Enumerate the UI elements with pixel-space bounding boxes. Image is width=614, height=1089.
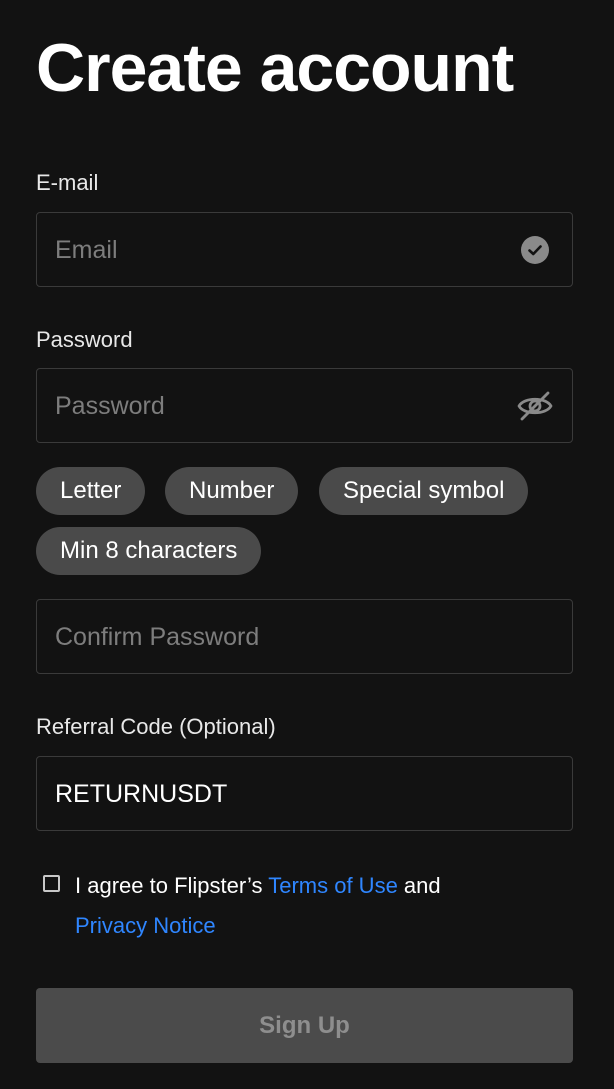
agreement-middle: and xyxy=(397,873,441,898)
sign-up-button[interactable]: Sign Up xyxy=(36,988,573,1063)
email-placeholder: Email xyxy=(55,235,118,264)
agreement-prefix: I agree to Flipster’s xyxy=(75,873,269,898)
password-rule-special-symbol: Special symbol xyxy=(319,467,529,515)
referral-code-value: RETURNUSDT xyxy=(55,779,228,808)
referral-label: Referral Code (Optional) xyxy=(36,714,276,739)
confirm-password-placeholder: Confirm Password xyxy=(55,622,260,651)
privacy-notice-link[interactable]: Privacy Notice xyxy=(75,913,216,938)
password-label: Password xyxy=(36,327,133,352)
eye-off-icon[interactable] xyxy=(516,387,554,425)
confirm-password-field[interactable]: Confirm Password xyxy=(36,599,573,674)
email-field[interactable]: Email xyxy=(36,212,573,287)
referral-code-field[interactable]: RETURNUSDT xyxy=(36,756,573,831)
password-rule-letter: Letter xyxy=(36,467,146,515)
agreement-text: I agree to Flipster’s Terms of Use and P… xyxy=(75,866,575,946)
agree-checkbox[interactable] xyxy=(43,875,60,892)
password-field[interactable]: Password xyxy=(36,368,573,443)
password-rule-number: Number xyxy=(165,467,299,515)
page-title: Create account xyxy=(36,30,514,106)
email-label: E-mail xyxy=(36,170,99,195)
check-circle-icon xyxy=(516,231,554,269)
password-rule-min-length: Min 8 characters xyxy=(36,527,262,575)
password-placeholder: Password xyxy=(55,391,165,420)
terms-of-use-link[interactable]: Terms of Use xyxy=(268,873,398,898)
